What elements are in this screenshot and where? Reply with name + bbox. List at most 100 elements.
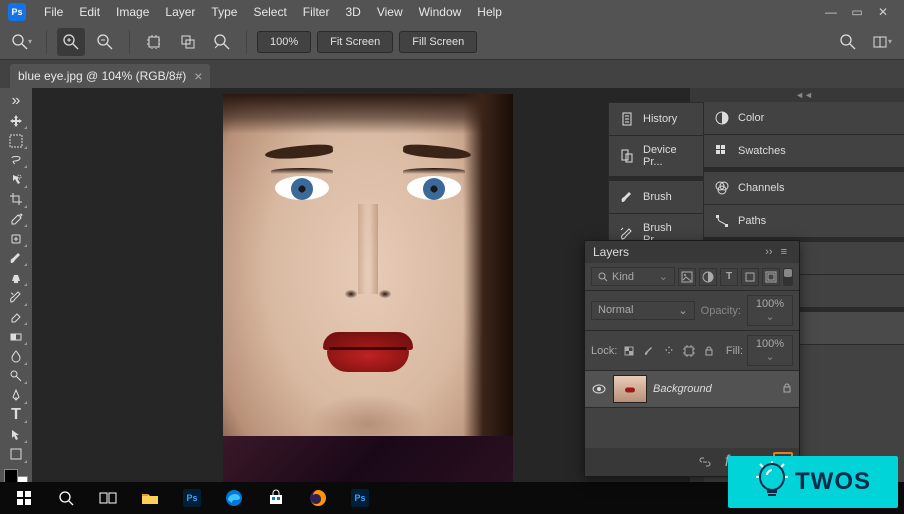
marquee-tool[interactable]	[4, 131, 28, 150]
healing-brush-tool[interactable]	[4, 229, 28, 248]
panel-label: History	[643, 113, 677, 125]
fit-screen-button[interactable]: Fit Screen	[317, 31, 393, 53]
type-tool[interactable]: T	[4, 406, 28, 425]
menu-filter[interactable]: Filter	[295, 2, 338, 22]
shape-tool[interactable]	[4, 445, 28, 464]
menu-help[interactable]: Help	[469, 2, 510, 22]
panel-swatches[interactable]: Swatches	[704, 135, 904, 167]
lightbulb-icon	[755, 461, 789, 503]
opacity-input[interactable]: 100% ⌄	[747, 295, 793, 326]
eyedropper-tool[interactable]	[4, 210, 28, 229]
lock-all-icon[interactable]	[701, 343, 717, 359]
layers-panel-title: Layers	[593, 245, 629, 259]
zoom-100-button[interactable]: 100%	[257, 31, 311, 53]
minimize-button[interactable]: —	[818, 2, 844, 22]
close-window-button[interactable]: ✕	[870, 2, 896, 22]
file-explorer-icon[interactable]	[130, 483, 170, 513]
zoom-all-windows-icon[interactable]	[174, 28, 202, 56]
move-tool[interactable]	[4, 112, 28, 131]
layer-locked-icon[interactable]	[781, 382, 793, 397]
dock-collapse-icon[interactable]: ◄◄	[704, 88, 904, 102]
lock-label: Lock:	[591, 345, 617, 357]
layer-visibility-icon[interactable]	[591, 381, 607, 397]
layers-panel-header[interactable]: Layers ›› ≡	[585, 241, 799, 263]
menu-type[interactable]: Type	[203, 2, 245, 22]
crop-tool[interactable]	[4, 190, 28, 209]
menu-select[interactable]: Select	[245, 2, 294, 22]
gradient-tool[interactable]	[4, 327, 28, 346]
zoom-tool-icon[interactable]: ▾	[8, 28, 36, 56]
layer-name[interactable]: Background	[653, 383, 775, 395]
maximize-button[interactable]: ▭	[844, 2, 870, 22]
quick-select-tool[interactable]	[4, 170, 28, 189]
menu-window[interactable]: Window	[411, 2, 470, 22]
layers-filter-bar: Kind⌄ T	[585, 263, 799, 291]
brush-tool[interactable]	[4, 249, 28, 268]
panel-paths[interactable]: Paths	[704, 205, 904, 237]
lock-paint-icon[interactable]	[641, 343, 657, 359]
lasso-tool[interactable]	[4, 151, 28, 170]
start-button[interactable]	[4, 483, 44, 513]
workspace-switcher-icon[interactable]: ▾	[868, 28, 896, 56]
photoshop-app-icon: Ps	[8, 3, 26, 21]
menu-view[interactable]: View	[369, 2, 411, 22]
taskbar-store-icon[interactable]	[256, 483, 296, 513]
lock-position-icon[interactable]	[661, 343, 677, 359]
filter-shape-icon[interactable]	[741, 268, 759, 286]
twos-logo-overlay: TWOS	[728, 456, 898, 508]
menu-file[interactable]: File	[36, 2, 71, 22]
menu-layer[interactable]: Layer	[157, 2, 203, 22]
layer-thumbnail[interactable]	[613, 375, 647, 403]
search-icon[interactable]	[834, 28, 862, 56]
taskbar-firefox-icon[interactable]	[298, 483, 338, 513]
link-layers-icon[interactable]	[695, 452, 715, 472]
menu-image[interactable]: Image	[108, 2, 157, 22]
panel-collapse-icon[interactable]: ››	[761, 246, 776, 258]
document-tab-bar: blue eye.jpg @ 104% (RGB/8#) ×	[0, 60, 904, 88]
panel-label: Paths	[738, 215, 766, 227]
taskbar-edge-icon[interactable]	[214, 483, 254, 513]
menu-3d[interactable]: 3D	[337, 2, 368, 22]
logo-text: TWOS	[795, 468, 871, 496]
pen-tool[interactable]	[4, 386, 28, 405]
history-brush-tool[interactable]	[4, 288, 28, 307]
zoom-in-icon[interactable]	[57, 28, 85, 56]
blend-mode-dropdown[interactable]: Normal⌄	[591, 301, 695, 320]
filter-toggle[interactable]	[783, 268, 793, 286]
filter-adjustment-icon[interactable]	[699, 268, 717, 286]
layer-row-background[interactable]: Background	[585, 371, 799, 408]
menu-edit[interactable]: Edit	[71, 2, 108, 22]
dodge-tool[interactable]	[4, 367, 28, 386]
taskbar-photoshop-icon[interactable]: Ps	[172, 483, 212, 513]
opacity-label: Opacity:	[701, 305, 741, 317]
path-select-tool[interactable]	[4, 425, 28, 444]
resize-window-icon[interactable]	[140, 28, 168, 56]
lock-artboard-icon[interactable]	[681, 343, 697, 359]
fill-input[interactable]: 100% ⌄	[747, 335, 793, 366]
panel-channels[interactable]: Channels	[704, 172, 904, 204]
panel-brush[interactable]: Brush	[609, 177, 703, 214]
scrubby-zoom-icon[interactable]	[208, 28, 236, 56]
filter-pixel-icon[interactable]	[678, 268, 696, 286]
eraser-tool[interactable]	[4, 308, 28, 327]
document-canvas[interactable]	[223, 94, 513, 484]
filter-type-icon[interactable]: T	[720, 268, 738, 286]
zoom-out-icon[interactable]	[91, 28, 119, 56]
tab-close-icon[interactable]: ×	[194, 68, 202, 84]
task-view-icon[interactable]	[88, 483, 128, 513]
document-tab[interactable]: blue eye.jpg @ 104% (RGB/8#) ×	[10, 64, 210, 88]
lock-pixels-icon[interactable]	[621, 343, 637, 359]
filter-smartobj-icon[interactable]	[762, 268, 780, 286]
taskbar-search-icon[interactable]	[46, 483, 86, 513]
panel-menu-icon[interactable]: ≡	[777, 246, 791, 258]
expand-toolbox-icon[interactable]: »	[4, 92, 28, 111]
filter-kind-dropdown[interactable]: Kind⌄	[591, 267, 675, 286]
panel-history[interactable]: History	[609, 103, 703, 136]
clone-stamp-tool[interactable]	[4, 268, 28, 287]
fill-screen-button[interactable]: Fill Screen	[399, 31, 477, 53]
blur-tool[interactable]	[4, 347, 28, 366]
taskbar-photoshop-2-icon[interactable]: Ps	[340, 483, 380, 513]
panel-device-preview[interactable]: Device Pr...	[609, 136, 703, 177]
panel-color[interactable]: Color	[704, 102, 904, 134]
menubar: Ps File Edit Image Layer Type Select Fil…	[0, 0, 904, 24]
